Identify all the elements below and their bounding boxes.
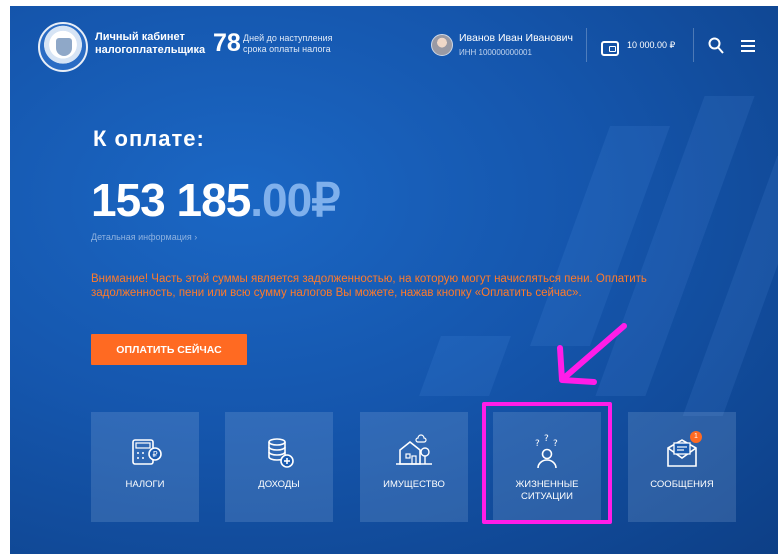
cabinet-title[interactable]: Личный кабинет налогоплательщика: [95, 31, 215, 57]
tile-label: ДОХОДЫ: [258, 479, 300, 490]
tile-income[interactable]: ДОХОДЫ: [225, 412, 333, 522]
pay-now-button[interactable]: ОПЛАТИТЬ СЕЙЧАС: [91, 334, 247, 365]
fns-emblem-logo[interactable]: [38, 22, 88, 72]
cabinet-title-line1: Личный кабинет: [95, 31, 185, 43]
calculator-ruble-icon: ₽: [132, 439, 162, 465]
user-inn: ИНН 100000000001: [459, 48, 532, 57]
tile-label: НАЛОГИ: [125, 479, 165, 490]
days-counter: 78: [213, 29, 241, 57]
cabinet-title-line2: налогоплательщика: [95, 44, 206, 56]
amount-decimal: .00₽: [250, 174, 340, 226]
divider: [693, 28, 694, 62]
wallet-icon[interactable]: [601, 41, 619, 56]
tile-label: СООБЩЕНИЯ: [650, 479, 714, 490]
highlight-box: [482, 402, 612, 524]
search-icon[interactable]: [708, 37, 724, 55]
background-decoration: [419, 336, 511, 396]
house-tree-icon: [396, 434, 432, 465]
user-name[interactable]: Иванов Иван Иванович: [459, 32, 573, 44]
amount-due: 153 185.00₽: [91, 174, 341, 226]
tile-property[interactable]: ИМУЩЕСТВО: [360, 412, 468, 522]
amount-integer: 153 185: [91, 174, 251, 226]
coins-plus-icon: [268, 438, 294, 468]
menu-icon[interactable]: [741, 40, 755, 52]
tile-messages[interactable]: 1 СООБЩЕНИЯ: [628, 412, 736, 522]
tile-label: ИМУЩЕСТВО: [383, 479, 445, 490]
balance[interactable]: 10 000.00 ₽: [627, 40, 675, 51]
days-text-line1: Дней до наступления: [243, 33, 333, 43]
days-counter-text: Дней до наступления срока оплаты налога: [243, 33, 363, 55]
divider: [586, 28, 587, 62]
debt-warning: Внимание! Часть этой суммы является задо…: [91, 273, 647, 299]
days-text-line2: срока оплаты налога: [243, 44, 331, 54]
pointer-arrow-icon: [557, 323, 627, 385]
pay-label: К оплате:: [93, 126, 205, 151]
svg-text:₽: ₽: [153, 450, 158, 459]
notification-badge: 1: [690, 431, 702, 443]
avatar[interactable]: [431, 34, 453, 56]
tile-taxes[interactable]: ₽ НАЛОГИ: [91, 412, 199, 522]
details-link[interactable]: Детальная информация ›: [91, 232, 197, 242]
